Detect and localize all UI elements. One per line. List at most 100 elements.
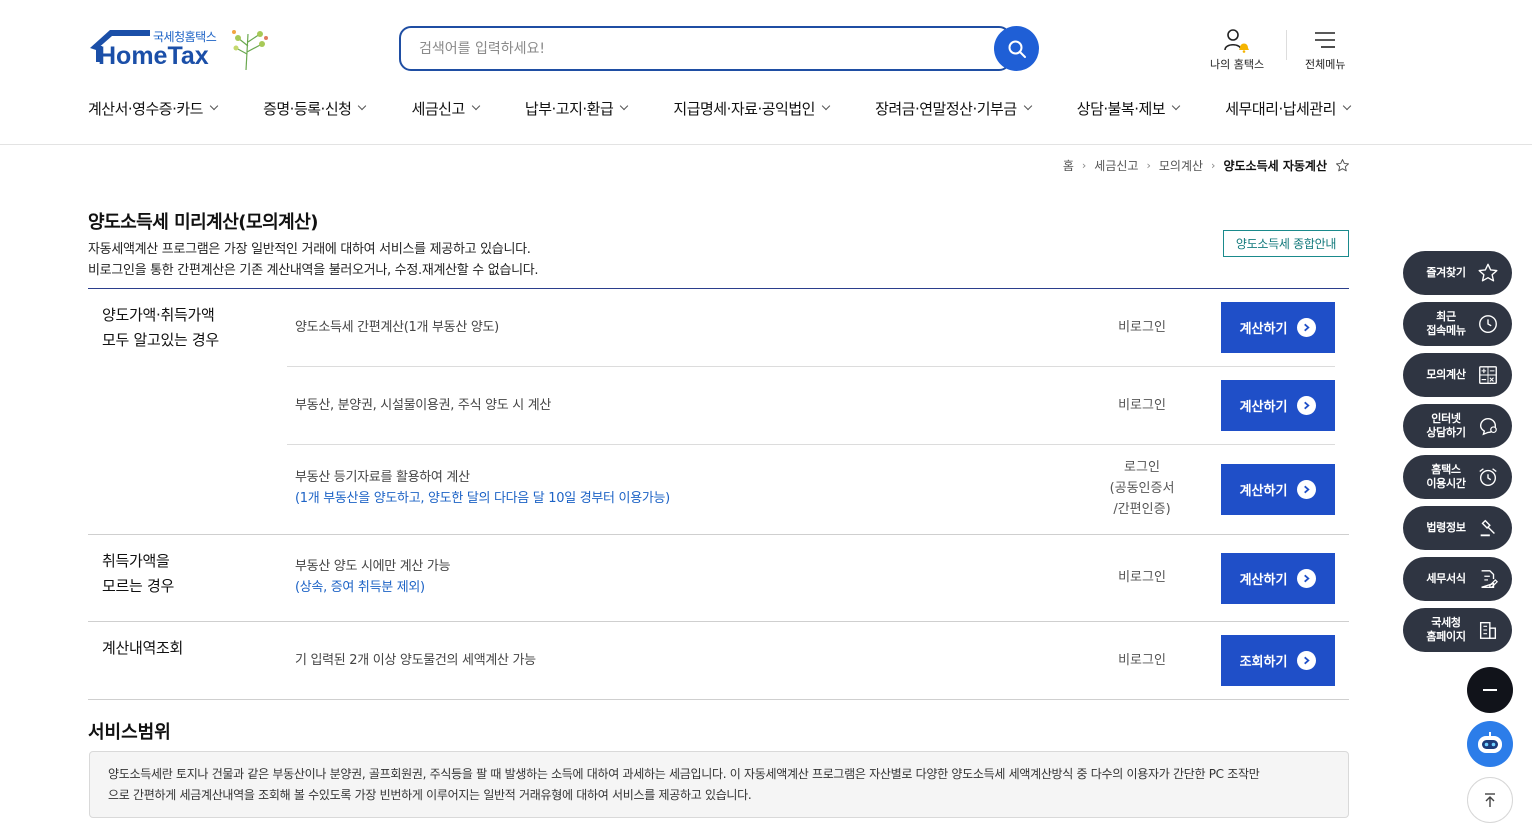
breadcrumb-home[interactable]: 홈 (1063, 157, 1074, 174)
breadcrumb-simulation[interactable]: 모의계산 (1159, 157, 1203, 174)
arrow-right-icon (1297, 480, 1317, 499)
user-bell-icon (1224, 29, 1250, 53)
login-requirement: 비로그인 (1118, 320, 1166, 335)
capital-gains-guide-button[interactable]: 양도소득세 종합안내 (1223, 230, 1349, 257)
quick-label: 홈택스 (1431, 463, 1461, 476)
table-group-unknown-acquisition: 취득가액을 모르는 경우 부동산 양도 시에만 계산 가능 (상속, 증여 취득… (88, 535, 1349, 622)
search-button[interactable] (994, 26, 1039, 71)
star-icon[interactable] (1335, 158, 1350, 173)
page-title: 양도소득세 미리계산(모의계산) (88, 212, 319, 233)
table-row: 부동산, 분양권, 시설물이용권, 주식 양도 시 계산 비로그인 계산하기 (287, 367, 1335, 445)
nav-item-label: 세금신고 (411, 99, 466, 118)
breadcrumb: 홈 › 세금신고 › 모의계산 › 양도소득세 자동계산 (1063, 157, 1350, 174)
quick-service-hours-button[interactable]: 홈택스 이용시간 (1403, 455, 1512, 499)
quick-recent-menu-button[interactable]: 최근 접속메뉴 (1403, 302, 1512, 346)
arrow-right-icon (1297, 651, 1317, 670)
building-icon (1479, 621, 1497, 639)
group-heading-line: 모르는 경우 (102, 577, 174, 595)
robot-icon (1478, 732, 1502, 753)
quick-simulation-button[interactable]: 모의계산 (1403, 353, 1512, 397)
quick-online-consult-button[interactable]: 인터넷 상담하기 (1403, 404, 1512, 448)
quick-favorites-button[interactable]: 즐겨찾기 (1403, 251, 1512, 295)
calculation-table: 양도가액·취득가액 모두 알고있는 경우 양도소득세 간편계산(1개 부동산 양… (88, 288, 1349, 700)
chevron-down-icon (1023, 101, 1032, 111)
alarm-clock-icon (1479, 468, 1497, 486)
calculate-button[interactable]: 계산하기 (1221, 302, 1335, 353)
nav-item-payment-statement[interactable]: 지급명세·자료·공익법인 (673, 96, 831, 120)
nav-item-tax-agent[interactable]: 세무대리·납세관리 (1225, 96, 1352, 120)
lookup-button[interactable]: 조회하기 (1221, 635, 1335, 686)
row-note: (1개 부동산을 양도하고, 양도한 달의 다다음 달 10일 경부터 이용가능… (295, 491, 670, 506)
login-requirement-line: 로그인 (1124, 460, 1160, 475)
search-icon (1008, 40, 1026, 58)
login-requirement: 비로그인 (1118, 570, 1166, 585)
site-header: 국세청홈택스 HomeTax 나의 홈택스 (0, 0, 1532, 145)
group-heading-line: 양도가액·취득가액 (102, 306, 215, 324)
calculate-button[interactable]: 계산하기 (1221, 553, 1335, 604)
table-row: 부동산 양도 시에만 계산 가능 (상속, 증여 취득분 제외) 비로그인 계산… (287, 535, 1335, 622)
chevron-down-icon (358, 101, 367, 111)
main-navigation: 계산서·영수증·카드 증명·등록·신청 세금신고 납부·고지·환급 지급명세·자… (88, 96, 1352, 120)
clock-icon (1479, 315, 1497, 333)
arrow-right-icon (1297, 318, 1317, 337)
chevron-down-icon (1171, 101, 1181, 111)
row-description: 부동산 양도 시에만 계산 가능 (상속, 증여 취득분 제외) (295, 556, 451, 598)
nav-item-label: 세무대리·납세관리 (1225, 99, 1336, 118)
quick-label: 최근 (1436, 310, 1456, 323)
chevron-right-icon: › (1146, 159, 1151, 172)
service-range-text: 으로 간편하게 세금계산내역을 조회해 볼 수있도록 가장 빈번하게 이루어지는… (108, 788, 752, 802)
my-hometax-button[interactable]: 나의 홈택스 (1210, 26, 1264, 72)
chatbot-button[interactable] (1467, 721, 1513, 767)
table-group-history-lookup: 계산내역조회 기 입력된 2개 이상 양도물건의 세액계산 가능 비로그인 조회… (88, 622, 1349, 700)
quick-nts-homepage-button[interactable]: 국세청 홈페이지 (1403, 608, 1512, 652)
table-row: 부동산 등기자료를 활용하여 계산 (1개 부동산을 양도하고, 양도한 달의 … (287, 445, 1335, 535)
breadcrumb-tax-return[interactable]: 세금신고 (1094, 157, 1138, 174)
nav-item-invoice-receipt-card[interactable]: 계산서·영수증·카드 (88, 96, 219, 120)
row-description: 부동산 등기자료를 활용하여 계산 (1개 부동산을 양도하고, 양도한 달의 … (295, 467, 670, 509)
nav-item-label: 상담·불복·제보 (1076, 99, 1166, 118)
group-heading-line: 계산내역조회 (102, 639, 184, 657)
calculate-button[interactable]: 계산하기 (1221, 464, 1335, 515)
minus-icon (1483, 689, 1497, 691)
quick-tax-forms-button[interactable]: 세무서식 (1403, 557, 1512, 601)
quick-law-info-button[interactable]: 법령정보 (1403, 506, 1512, 550)
calculate-button[interactable]: 계산하기 (1221, 380, 1335, 431)
quick-label: 접속메뉴 (1426, 324, 1466, 337)
quick-label: 이용시간 (1426, 477, 1466, 490)
chevron-down-icon (821, 101, 831, 111)
chevron-right-icon: › (1081, 159, 1087, 172)
row-description: 부동산, 분양권, 시설물이용권, 주식 양도 시 계산 (295, 398, 552, 413)
hometax-logo[interactable]: 국세청홈택스 HomeTax (88, 26, 278, 72)
nav-item-consulting-appeal[interactable]: 상담·불복·제보 (1076, 96, 1181, 120)
header-divider (1286, 30, 1287, 60)
table-row: 기 입력된 2개 이상 양도물건의 세액계산 가능 비로그인 조회하기 (287, 622, 1335, 700)
table-row: 양도소득세 간편계산(1개 부동산 양도) 비로그인 계산하기 (287, 289, 1335, 367)
quick-label: 인터넷 (1431, 412, 1461, 425)
chevron-down-icon (620, 101, 629, 111)
login-requirement: 로그인 (공동인증서 /간편인증) (1077, 457, 1207, 520)
search-input[interactable] (399, 26, 1011, 71)
nav-item-label: 지급명세·자료·공익법인 (673, 99, 815, 118)
table-group-known-prices: 양도가액·취득가액 모두 알고있는 경우 양도소득세 간편계산(1개 부동산 양… (88, 289, 1349, 535)
quick-label: 모의계산 (1426, 368, 1466, 381)
arrow-right-icon (1297, 396, 1317, 415)
group-heading: 계산내역조회 (102, 636, 183, 661)
document-edit-icon (1481, 570, 1499, 588)
breadcrumb-current: 양도소득세 자동계산 (1223, 159, 1327, 173)
nav-item-incentive-yearend[interactable]: 장려금·연말정산·기부금 (875, 96, 1032, 120)
row-description-text: 부동산 양도 시에만 계산 가능 (295, 559, 451, 574)
nav-item-tax-return[interactable]: 세금신고 (411, 96, 481, 120)
page-description: 자동세액계산 프로그램은 가장 일반적인 거래에 대하여 서비스를 제공하고 있… (88, 242, 531, 257)
nav-item-payment-refund[interactable]: 납부·고지·환급 (525, 96, 629, 120)
nav-item-certificate-registration[interactable]: 증명·등록·신청 (263, 96, 367, 120)
group-heading: 취득가액을 모르는 경우 (102, 549, 174, 599)
all-menu-button[interactable]: 전체메뉴 (1305, 26, 1345, 72)
scroll-to-top-button[interactable] (1467, 777, 1513, 823)
quick-label: 법령정보 (1426, 521, 1466, 534)
group-heading-line: 모두 알고있는 경우 (102, 331, 219, 349)
collapse-quick-menu-button[interactable] (1467, 667, 1513, 713)
arrow-up-icon (1485, 793, 1495, 807)
group-heading-line: 취득가액을 (102, 552, 170, 570)
service-range-box: 양도소득세란 토지나 건물과 같은 부동산이나 분양권, 골프회원권, 주식등을… (89, 751, 1349, 818)
service-range-title: 서비스범위 (88, 722, 171, 743)
